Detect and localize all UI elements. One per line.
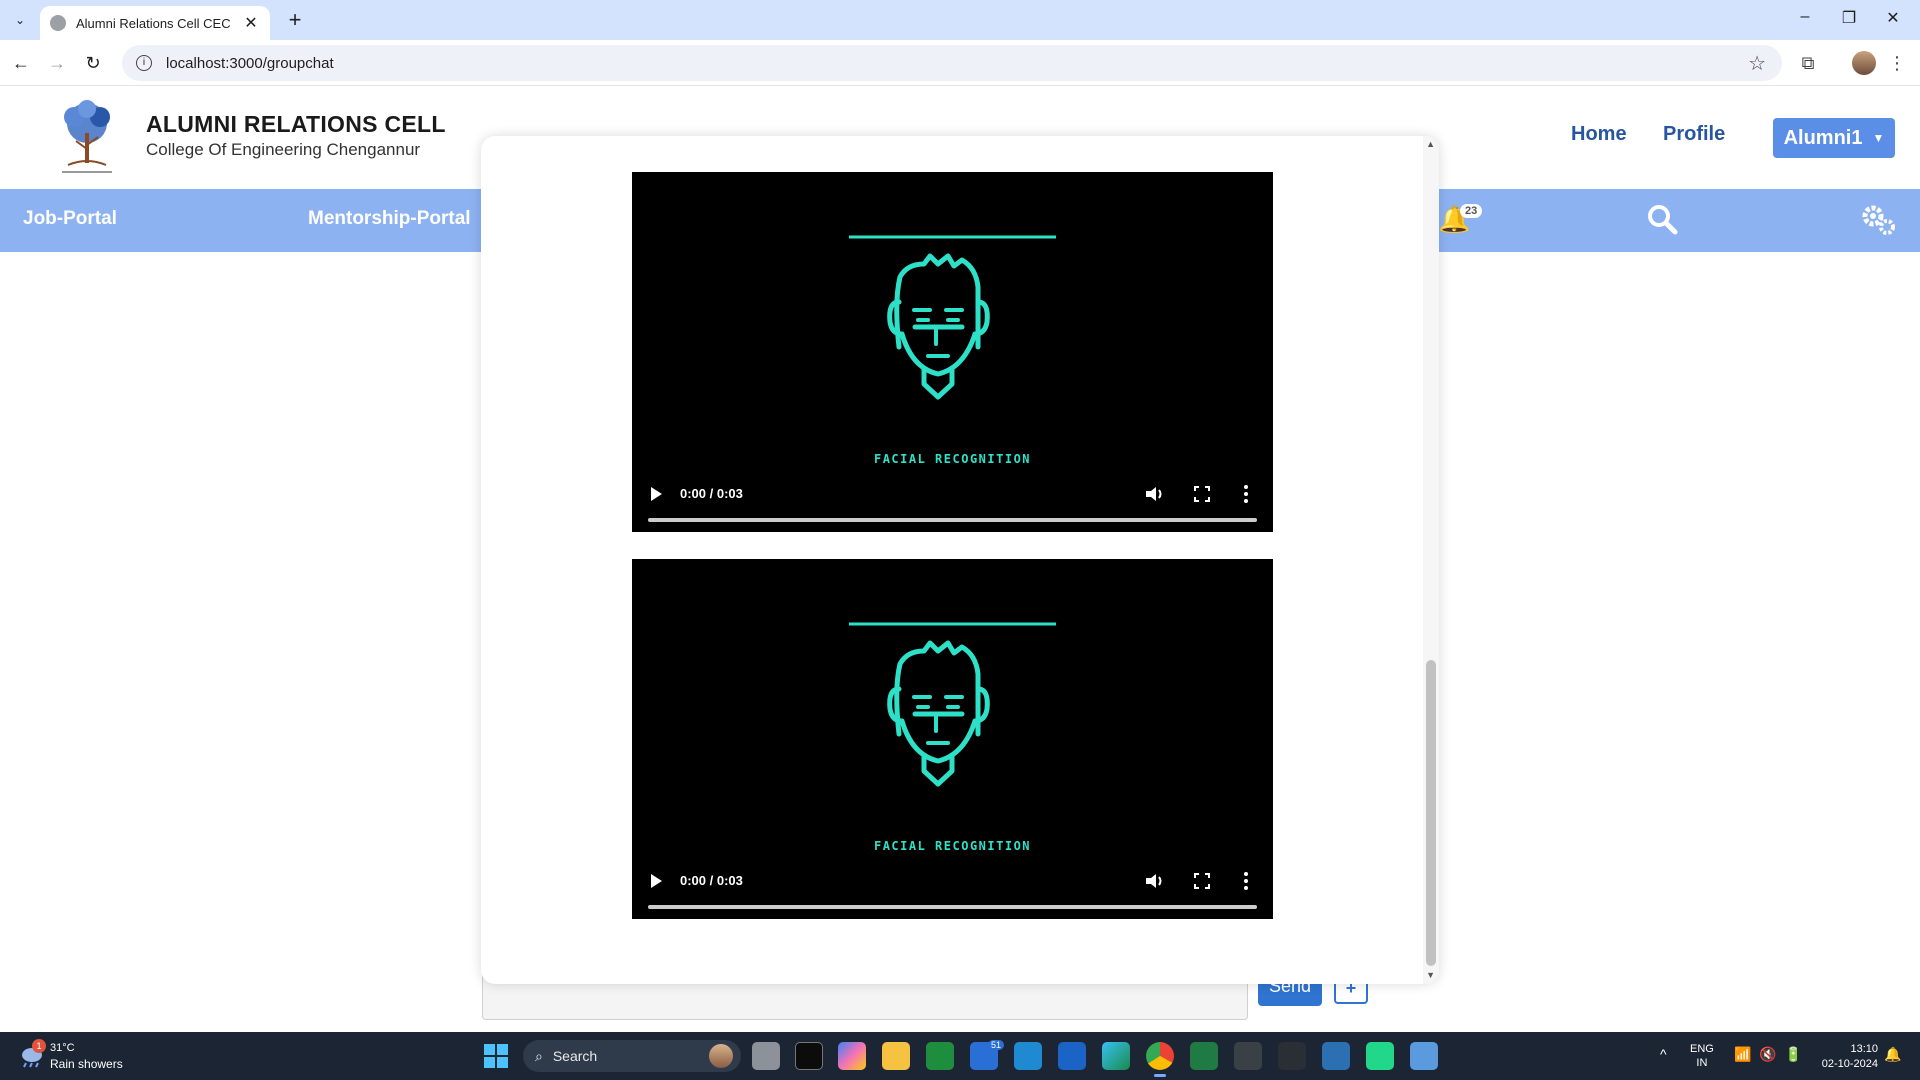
site-info-icon[interactable]: i — [136, 55, 152, 71]
modal-scrollbar[interactable]: ▲ ▼ — [1423, 136, 1439, 984]
taskbar-clock[interactable]: 13:10 02-10-2024 — [1812, 1042, 1878, 1072]
notepad-icon[interactable] — [1410, 1042, 1438, 1070]
url-text: localhost:3000/groupchat — [166, 54, 334, 72]
clock-time: 13:10 — [1850, 1043, 1878, 1055]
video-player[interactable]: FACIAL RECOGNITION 0:00 / 0:03 — [632, 559, 1273, 919]
browser-toolbar: ← → ↻ i localhost:3000/groupchat ☆ ⧉ ⋮ — [0, 40, 1920, 86]
face-illustration-icon — [849, 622, 1056, 787]
video-player[interactable]: FACIAL RECOGNITION 0:00 / 0:03 — [632, 172, 1273, 532]
mentorship-portal-link[interactable]: Mentorship-Portal — [308, 208, 471, 230]
video-caption: FACIAL RECOGNITION — [873, 839, 1032, 853]
language-code: ENG — [1690, 1043, 1714, 1055]
store-icon[interactable] — [1058, 1042, 1086, 1070]
browser-tab[interactable]: Alumni Relations Cell CEC ✕ — [40, 6, 270, 40]
fullscreen-icon[interactable] — [1194, 873, 1210, 889]
chrome-icon[interactable] — [1146, 1042, 1174, 1077]
windows-start-icon[interactable] — [484, 1044, 508, 1068]
system-tray-icons[interactable]: 📶🔇🔋 — [1734, 1046, 1810, 1063]
globe-icon — [50, 15, 66, 31]
clock-date: 02-10-2024 — [1821, 1058, 1878, 1070]
play-icon[interactable] — [648, 484, 664, 504]
tab-search-chevron-icon[interactable]: ⌄ — [8, 8, 32, 32]
weather-temperature: 31°C — [50, 1042, 75, 1054]
browser-menu-icon[interactable]: ⋮ — [1884, 50, 1910, 76]
video-progress-bar[interactable] — [648, 518, 1257, 522]
language-indicator[interactable]: ENG IN — [1690, 1042, 1714, 1070]
search-icon[interactable] — [1646, 203, 1678, 235]
volume-icon[interactable] — [1144, 484, 1166, 504]
video-caption: FACIAL RECOGNITION — [873, 452, 1032, 466]
modal-scrollbar-thumb[interactable] — [1426, 660, 1436, 966]
weather-description: Rain showers — [50, 1057, 123, 1071]
taskbar-search-label: Search — [552, 1048, 598, 1064]
caret-down-icon: ▼ — [1872, 131, 1885, 145]
app-icon[interactable] — [1234, 1042, 1262, 1070]
scroll-up-arrow-icon[interactable]: ▲ — [1426, 139, 1435, 149]
search-highlight-image — [709, 1044, 733, 1068]
play-icon[interactable] — [648, 871, 664, 891]
bookmark-star-icon[interactable]: ☆ — [1748, 51, 1766, 76]
video-progress-bar[interactable] — [648, 905, 1257, 909]
google-classroom-icon[interactable] — [926, 1042, 954, 1070]
video-controls: 0:00 / 0:03 — [632, 859, 1273, 919]
forward-arrow-icon[interactable]: → — [44, 50, 70, 76]
copilot-icon[interactable] — [838, 1042, 866, 1070]
back-arrow-icon[interactable]: ← — [8, 50, 34, 76]
windows-taskbar: 1 31°C Rain showers ⌕ Search 51 ^ ENG IN… — [0, 1032, 1920, 1080]
settings-gears-icon[interactable] — [1860, 203, 1896, 237]
excel-icon[interactable] — [1190, 1042, 1218, 1070]
vscode-icon[interactable] — [1014, 1042, 1042, 1070]
close-tab-icon[interactable]: ✕ — [242, 13, 260, 33]
job-portal-link[interactable]: Job-Portal — [23, 208, 117, 230]
video-controls: 0:00 / 0:03 — [632, 472, 1273, 532]
taskbar-search-box[interactable]: ⌕ Search — [523, 1040, 741, 1072]
nav-profile-link[interactable]: Profile — [1663, 123, 1725, 146]
show-hidden-icons-chevron-icon[interactable]: ^ — [1660, 1046, 1667, 1062]
edge-icon[interactable] — [1102, 1042, 1130, 1070]
scroll-down-arrow-icon[interactable]: ▼ — [1426, 970, 1435, 980]
fullscreen-icon[interactable] — [1194, 486, 1210, 502]
alumni-cell-tree-logo — [62, 100, 112, 173]
browser-profile-avatar[interactable] — [1852, 51, 1876, 75]
notification-bell-icon[interactable]: 🔔 — [1884, 1046, 1901, 1063]
task-view-icon[interactable] — [752, 1042, 780, 1070]
site-subtitle: College Of Engineering Chengannur — [146, 140, 421, 159]
notification-count-badge: 23 — [1460, 204, 1483, 218]
extensions-icon[interactable]: ⧉ — [1795, 50, 1821, 76]
minimize-icon[interactable]: – — [1790, 8, 1820, 32]
address-bar[interactable]: i localhost:3000/groupchat ☆ — [122, 45, 1782, 81]
site-title: ALUMNI RELATIONS CELL — [146, 111, 446, 137]
user-dropdown-button[interactable]: Alumni1 ▼ — [1773, 118, 1895, 158]
restore-icon[interactable]: ❐ — [1834, 8, 1864, 32]
reload-icon[interactable]: ↻ — [80, 50, 106, 76]
region-code: IN — [1696, 1057, 1708, 1069]
volume-icon[interactable] — [1144, 871, 1166, 891]
user-dropdown-label: Alumni1 — [1783, 126, 1863, 149]
pycharm-icon[interactable] — [1366, 1042, 1394, 1070]
weather-alert-badge: 1 — [32, 1039, 46, 1053]
file-explorer-icon[interactable] — [882, 1042, 910, 1070]
video-time: 0:00 / 0:03 — [680, 486, 743, 501]
terminal-icon[interactable] — [795, 1042, 823, 1070]
browser-tab-title: Alumni Relations Cell CEC — [76, 15, 231, 31]
new-tab-button[interactable]: + — [282, 8, 308, 34]
media-modal: FACIAL RECOGNITION 0:00 / 0:03 FACIAL RE… — [481, 136, 1439, 984]
app-icon[interactable] — [1278, 1042, 1306, 1070]
mail-count-badge: 51 — [988, 1040, 1005, 1050]
search-icon: ⌕ — [535, 1047, 543, 1064]
video-time: 0:00 / 0:03 — [680, 873, 743, 888]
more-options-icon[interactable] — [1242, 484, 1250, 504]
face-illustration-icon — [849, 235, 1056, 400]
more-options-icon[interactable] — [1242, 871, 1250, 891]
browser-tab-bar: ⌄ Alumni Relations Cell CEC ✕ + – ❐ ✕ — [0, 0, 1920, 40]
nav-home-link[interactable]: Home — [1571, 123, 1627, 146]
close-window-icon[interactable]: ✕ — [1878, 8, 1908, 32]
app-icon[interactable] — [1322, 1042, 1350, 1070]
